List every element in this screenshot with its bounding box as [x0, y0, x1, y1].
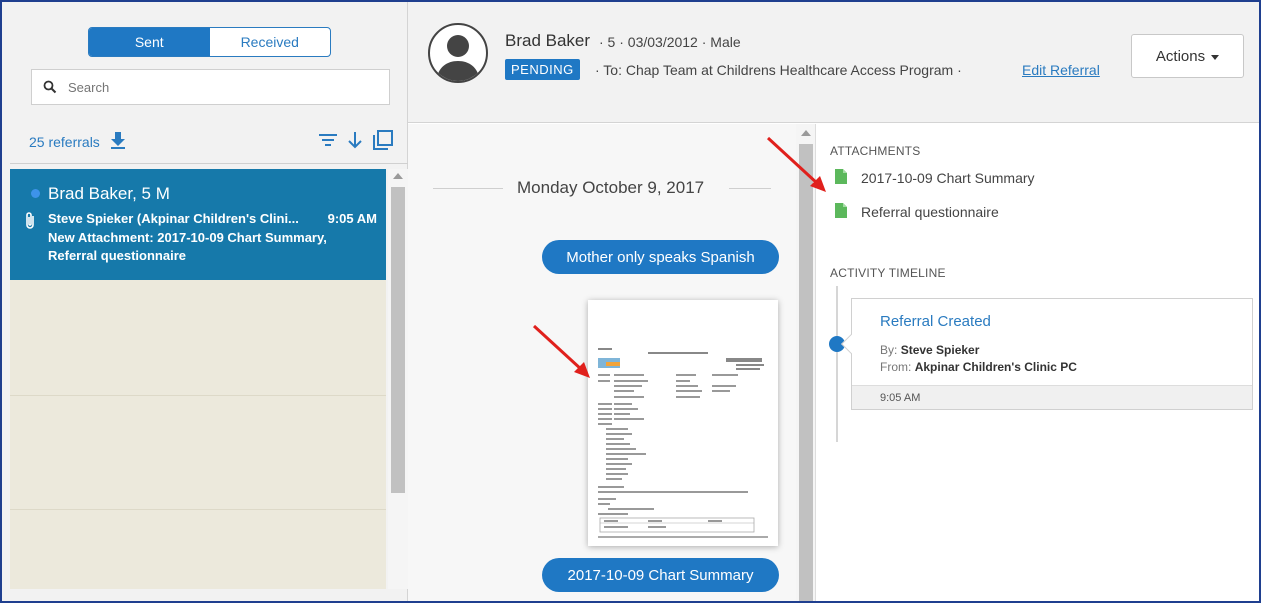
- unread-dot: [31, 189, 40, 198]
- referral-recipient: · To: Chap Team at Childrens Healthcare …: [595, 62, 962, 78]
- patient-name: Brad Baker: [505, 31, 591, 50]
- event-author: By: Steve Spieker: [880, 343, 979, 357]
- edit-referral-link[interactable]: Edit Referral: [1022, 62, 1100, 78]
- sent-received-toggle: Sent Received: [88, 27, 331, 57]
- time: 9:05 AM: [327, 211, 377, 226]
- search-input[interactable]: [68, 79, 368, 95]
- status-badge: PENDING: [505, 59, 580, 80]
- sort-down-arrow-icon[interactable]: [347, 131, 363, 154]
- event-source: From: Akpinar Children's Clinic PC: [880, 360, 1077, 374]
- timeline-heading: ACTIVITY TIMELINE: [830, 266, 946, 280]
- file-icon: [835, 169, 847, 187]
- attachment-caption[interactable]: 2017-10-09 Chart Summary: [542, 558, 779, 592]
- date-separator: Monday October 9, 2017: [433, 178, 771, 198]
- list-toolbar: 25 referrals: [29, 129, 399, 155]
- date-line-left: [433, 188, 503, 189]
- referral-header: Brad Baker · 5 · 03/03/2012 · Male PENDI…: [408, 2, 1259, 123]
- attachment-item[interactable]: Referral questionnaire: [835, 203, 999, 221]
- message-preview: New Attachment: 2017-10-09 Chart Summary…: [48, 230, 327, 263]
- attachment-name: Referral questionnaire: [861, 204, 999, 220]
- timeline-event-title[interactable]: Referral Created: [880, 313, 991, 330]
- by-label: By:: [880, 343, 898, 357]
- file-icon: [835, 203, 847, 221]
- list-separator: [10, 509, 386, 510]
- patient-demographics: · 5 · 03/03/2012 · Male: [599, 34, 741, 50]
- scrollbar-thumb[interactable]: [799, 144, 813, 601]
- list-separator: [10, 395, 386, 396]
- conversation-panel: Monday October 9, 2017 Mother only speak…: [408, 124, 796, 601]
- attachment-item[interactable]: 2017-10-09 Chart Summary: [835, 169, 1035, 187]
- attachment-name: 2017-10-09 Chart Summary: [861, 170, 1035, 186]
- patient-name: Brad Baker, 5 M: [48, 184, 170, 203]
- list-scrollbar[interactable]: [388, 169, 408, 589]
- app-window: Sent Received 25 referrals: [0, 0, 1261, 603]
- chevron-down-icon: [1211, 54, 1220, 60]
- referral-count[interactable]: 25 referrals: [29, 134, 100, 150]
- search-icon: [32, 80, 68, 94]
- referral-list: Brad Baker, 5 M Steve Spieker (Akpinar C…: [10, 169, 386, 589]
- list-divider: [10, 163, 408, 164]
- date-line-right: [729, 188, 771, 189]
- message-bubble: Mother only speaks Spanish: [542, 240, 779, 274]
- chart-summary-thumbnail[interactable]: [588, 300, 778, 546]
- timeline-line: [836, 286, 838, 442]
- referral-list-panel: Sent Received 25 referrals: [2, 2, 408, 601]
- scroll-up-icon[interactable]: [801, 130, 811, 136]
- tab-received[interactable]: Received: [210, 28, 331, 56]
- filter-icon[interactable]: [319, 133, 337, 152]
- conversation-date: Monday October 9, 2017: [517, 178, 705, 197]
- tab-sent[interactable]: Sent: [89, 28, 210, 56]
- actions-label: Actions: [1155, 47, 1206, 65]
- details-panel: ATTACHMENTS 2017-10-09 Chart Summary Ref…: [817, 124, 1259, 601]
- actions-button[interactable]: Actions: [1131, 34, 1244, 78]
- timeline-card: Referral Created By: Steve Spieker From:…: [841, 298, 1253, 410]
- event-time: 9:05 AM: [852, 385, 1252, 409]
- from-label: From:: [880, 360, 912, 374]
- sender: Steve Spieker (Akpinar Children's Clini.…: [48, 211, 299, 226]
- attachments-heading: ATTACHMENTS: [830, 144, 921, 158]
- card-pointer: [841, 334, 861, 354]
- conversation-scrollbar[interactable]: [796, 124, 816, 601]
- source-name: Akpinar Children's Clinic PC: [914, 360, 1077, 374]
- select-multiple-icon[interactable]: [373, 129, 393, 155]
- download-icon[interactable]: [110, 131, 126, 154]
- avatar: [428, 23, 488, 83]
- paperclip-icon: [23, 211, 37, 236]
- author-name: Steve Spieker: [900, 343, 980, 357]
- scroll-up-icon[interactable]: [393, 173, 403, 179]
- scrollbar-thumb[interactable]: [391, 187, 405, 493]
- search-box[interactable]: [31, 69, 390, 105]
- list-item[interactable]: Brad Baker, 5 M Steve Spieker (Akpinar C…: [10, 169, 386, 280]
